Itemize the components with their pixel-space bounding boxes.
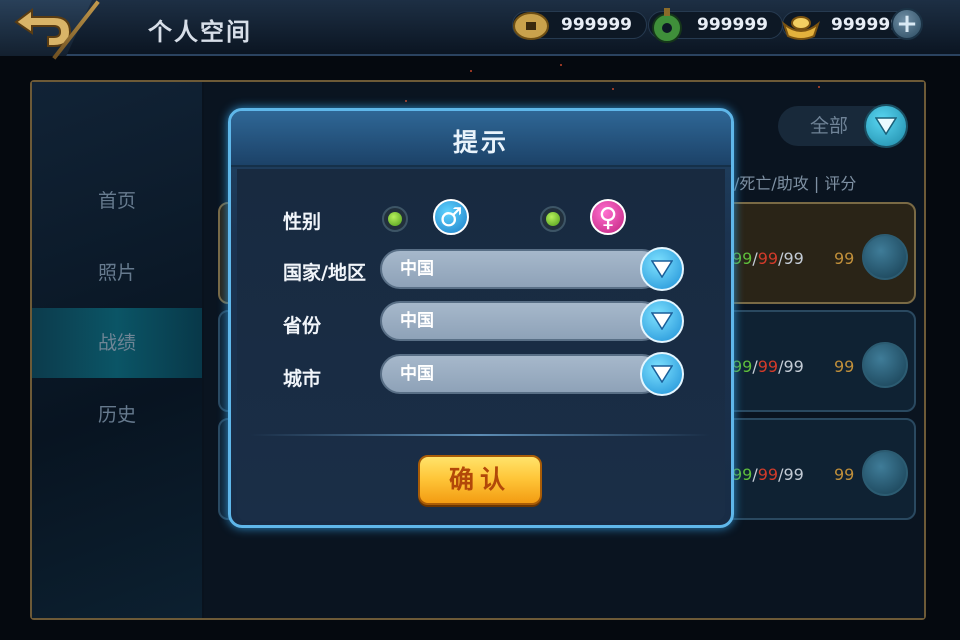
dialog-divider: [250, 434, 710, 436]
gold-ingot-icon: [781, 16, 821, 40]
country-label: 国家/地区: [283, 262, 366, 284]
add-friend-icon[interactable]: [862, 342, 908, 388]
page-title: 个人空间: [148, 18, 252, 46]
female-radio[interactable]: [540, 206, 566, 232]
record-kda: 99/99/99: [732, 465, 804, 484]
record-kda: 99/99/99: [732, 357, 804, 376]
chevron-down-icon: [651, 312, 673, 330]
gender-label: 性别: [283, 211, 322, 233]
city-label: 城市: [283, 368, 322, 390]
coin-balance: 999999: [512, 11, 647, 40]
male-icon[interactable]: ♂: [433, 199, 469, 235]
add-friend-icon[interactable]: [862, 234, 908, 280]
male-radio[interactable]: [382, 206, 408, 232]
jade-icon: [652, 8, 682, 43]
ember-particle: [818, 86, 820, 88]
sidebar-item-home[interactable]: 首页: [32, 166, 202, 236]
jade-value: 999999: [697, 15, 768, 35]
record-kda: 99/99/99: [732, 249, 804, 268]
coin-icon: [513, 12, 549, 40]
confirm-button[interactable]: 确认: [418, 455, 542, 505]
ember-particle: [470, 70, 472, 72]
filter-dropdown-icon[interactable]: [864, 104, 908, 148]
ember-particle: [405, 100, 407, 102]
sidebar-item-records[interactable]: 战绩: [32, 308, 202, 378]
sidebar-item-history[interactable]: 历史: [32, 380, 202, 450]
jade-balance: 999999: [648, 8, 783, 43]
female-icon[interactable]: ♀: [590, 199, 626, 235]
city-select[interactable]: 中国: [380, 354, 662, 394]
chevron-down-icon: [651, 365, 673, 383]
country-select[interactable]: 中国: [380, 249, 662, 289]
province-label: 省份: [283, 315, 322, 337]
record-score: 99: [834, 357, 855, 376]
sidebar-item-photos[interactable]: 照片: [32, 238, 202, 308]
dialog-header: 提示: [231, 111, 731, 167]
record-score: 99: [834, 249, 855, 268]
ember-particle: [560, 64, 562, 66]
country-dropdown-icon[interactable]: [640, 247, 684, 291]
add-friend-icon[interactable]: [862, 450, 908, 496]
province-dropdown-icon[interactable]: [640, 299, 684, 343]
chevron-down-icon: [651, 260, 673, 278]
ember-particle: [612, 88, 614, 90]
chevron-down-icon: [875, 117, 897, 135]
coin-value: 999999: [561, 15, 632, 35]
dialog-title: 提示: [452, 128, 509, 157]
records-column-header: 杀/死亡/助攻 | 评分: [718, 174, 857, 193]
province-select[interactable]: 中国: [380, 301, 662, 341]
city-dropdown-icon[interactable]: [640, 352, 684, 396]
add-currency-button[interactable]: +: [891, 8, 923, 40]
record-score: 99: [834, 465, 855, 484]
